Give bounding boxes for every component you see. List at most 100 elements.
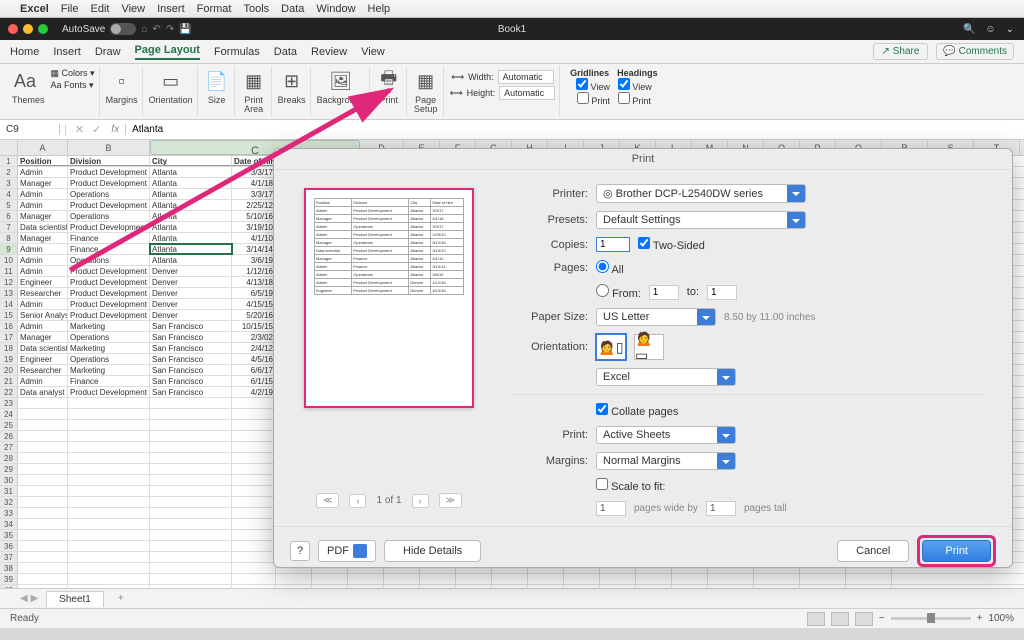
cell[interactable] [150,508,232,518]
row-header[interactable]: 38 [0,563,18,573]
cell[interactable] [68,574,150,584]
row-header[interactable]: 11 [0,266,18,276]
row-header[interactable]: 7 [0,222,18,232]
cell[interactable] [18,442,68,452]
cell[interactable]: 3/6/19 [232,255,276,265]
chevron-icon[interactable]: ⌄ [1006,24,1014,35]
cell[interactable] [528,574,564,584]
row-header[interactable]: 33 [0,508,18,518]
cell[interactable] [18,563,68,573]
cell[interactable] [18,508,68,518]
cell[interactable]: 2/3/02 [232,332,276,342]
background-icon[interactable]: 🖼 [328,68,354,94]
cell[interactable]: Atlanta [150,255,232,265]
cell[interactable] [456,585,492,588]
cell[interactable]: City [150,156,232,166]
copies-input[interactable] [596,237,630,252]
cell[interactable]: Atlanta [150,200,232,210]
cell[interactable]: Atlanta [150,233,232,243]
row-header[interactable]: 20 [0,365,18,375]
formula-input[interactable] [126,124,1024,135]
cell[interactable] [232,519,276,529]
row-header[interactable]: 12 [0,277,18,287]
cell[interactable]: 3/3/17 [232,167,276,177]
cell[interactable] [150,519,232,529]
cell[interactable]: Date of hire [232,156,276,166]
last-page-icon[interactable]: ≫ [439,493,462,508]
pdf-button[interactable]: PDF [318,540,376,562]
cell[interactable]: Data analyst [18,387,68,397]
row-header[interactable]: 19 [0,354,18,364]
cell[interactable]: Manager [18,332,68,342]
first-page-icon[interactable]: ≪ [316,493,339,508]
row-header[interactable]: 4 [0,189,18,199]
cell[interactable] [564,585,600,588]
cell[interactable]: Operations [68,354,150,364]
cell[interactable]: Finance [68,233,150,243]
cell[interactable] [348,574,384,584]
cell[interactable]: Product Development [68,266,150,276]
add-sheet-button[interactable]: + [112,591,130,606]
cell[interactable]: Position [18,156,68,166]
cell[interactable] [420,574,456,584]
cell[interactable]: 4/5/16 [232,354,276,364]
cell[interactable]: 4/1/18 [232,178,276,188]
feedback-icon[interactable]: ☺ [985,24,995,35]
cell[interactable]: Engineer [18,277,68,287]
cell[interactable] [672,574,708,584]
row-header[interactable]: 10 [0,255,18,265]
cell[interactable] [18,574,68,584]
row-header[interactable]: 35 [0,530,18,540]
paper-select[interactable]: US Letter [596,308,716,326]
cell[interactable]: Admin [18,376,68,386]
landscape-icon[interactable]: 🙍▭ [634,334,664,360]
row-header[interactable]: 6 [0,211,18,221]
cancel-button[interactable]: Cancel [837,540,909,562]
cell[interactable] [68,431,150,441]
row-header[interactable]: 3 [0,178,18,188]
confirm-edit-icon[interactable]: ✓ [88,123,105,136]
cell[interactable]: Product Development [68,387,150,397]
cell[interactable] [492,574,528,584]
cell[interactable]: Admin [18,167,68,177]
colors-button[interactable]: ▦ Colors ▾ [51,68,95,79]
home-icon[interactable]: ⌂ [141,24,147,35]
row-header[interactable]: 24 [0,409,18,419]
gridlines-print-cb[interactable] [577,92,589,104]
cell[interactable] [708,585,754,588]
share-button[interactable]: ↗ Share [873,43,929,60]
breaks-icon[interactable]: ⊞ [279,68,305,94]
cell[interactable]: Admin [18,200,68,210]
row-header[interactable]: 17 [0,332,18,342]
cell[interactable] [18,530,68,540]
margins-icon[interactable]: ▫ [109,68,135,94]
cell[interactable]: Marketing [68,321,150,331]
cell[interactable] [68,464,150,474]
column-header[interactable]: A [18,140,68,155]
two-sided-cb[interactable] [638,237,650,249]
cell[interactable] [68,519,150,529]
row-header[interactable]: 5 [0,200,18,210]
cell[interactable] [68,552,150,562]
name-box[interactable]: C9 [0,124,60,135]
tab-home[interactable]: Home [10,46,39,58]
redo-icon[interactable]: ↷ [166,24,174,35]
cell[interactable] [150,563,232,573]
cell[interactable] [276,585,312,588]
cell[interactable] [68,563,150,573]
cell[interactable]: Senior Analyst [18,310,68,320]
to-input[interactable] [707,285,737,300]
cell[interactable]: Atlanta [150,189,232,199]
tab-data[interactable]: Data [274,46,297,58]
cell[interactable]: San Francisco [150,321,232,331]
prev-page-icon[interactable]: ‹ [349,494,366,508]
cell[interactable]: Denver [150,288,232,298]
close-icon[interactable] [8,24,18,34]
undo-icon[interactable]: ↶ [152,24,160,35]
cell[interactable] [150,431,232,441]
cell[interactable] [68,530,150,540]
pages-all-radio[interactable] [596,260,609,273]
menu-help[interactable]: Help [368,3,391,15]
cell[interactable] [232,563,276,573]
cell[interactable]: Product Development [68,277,150,287]
